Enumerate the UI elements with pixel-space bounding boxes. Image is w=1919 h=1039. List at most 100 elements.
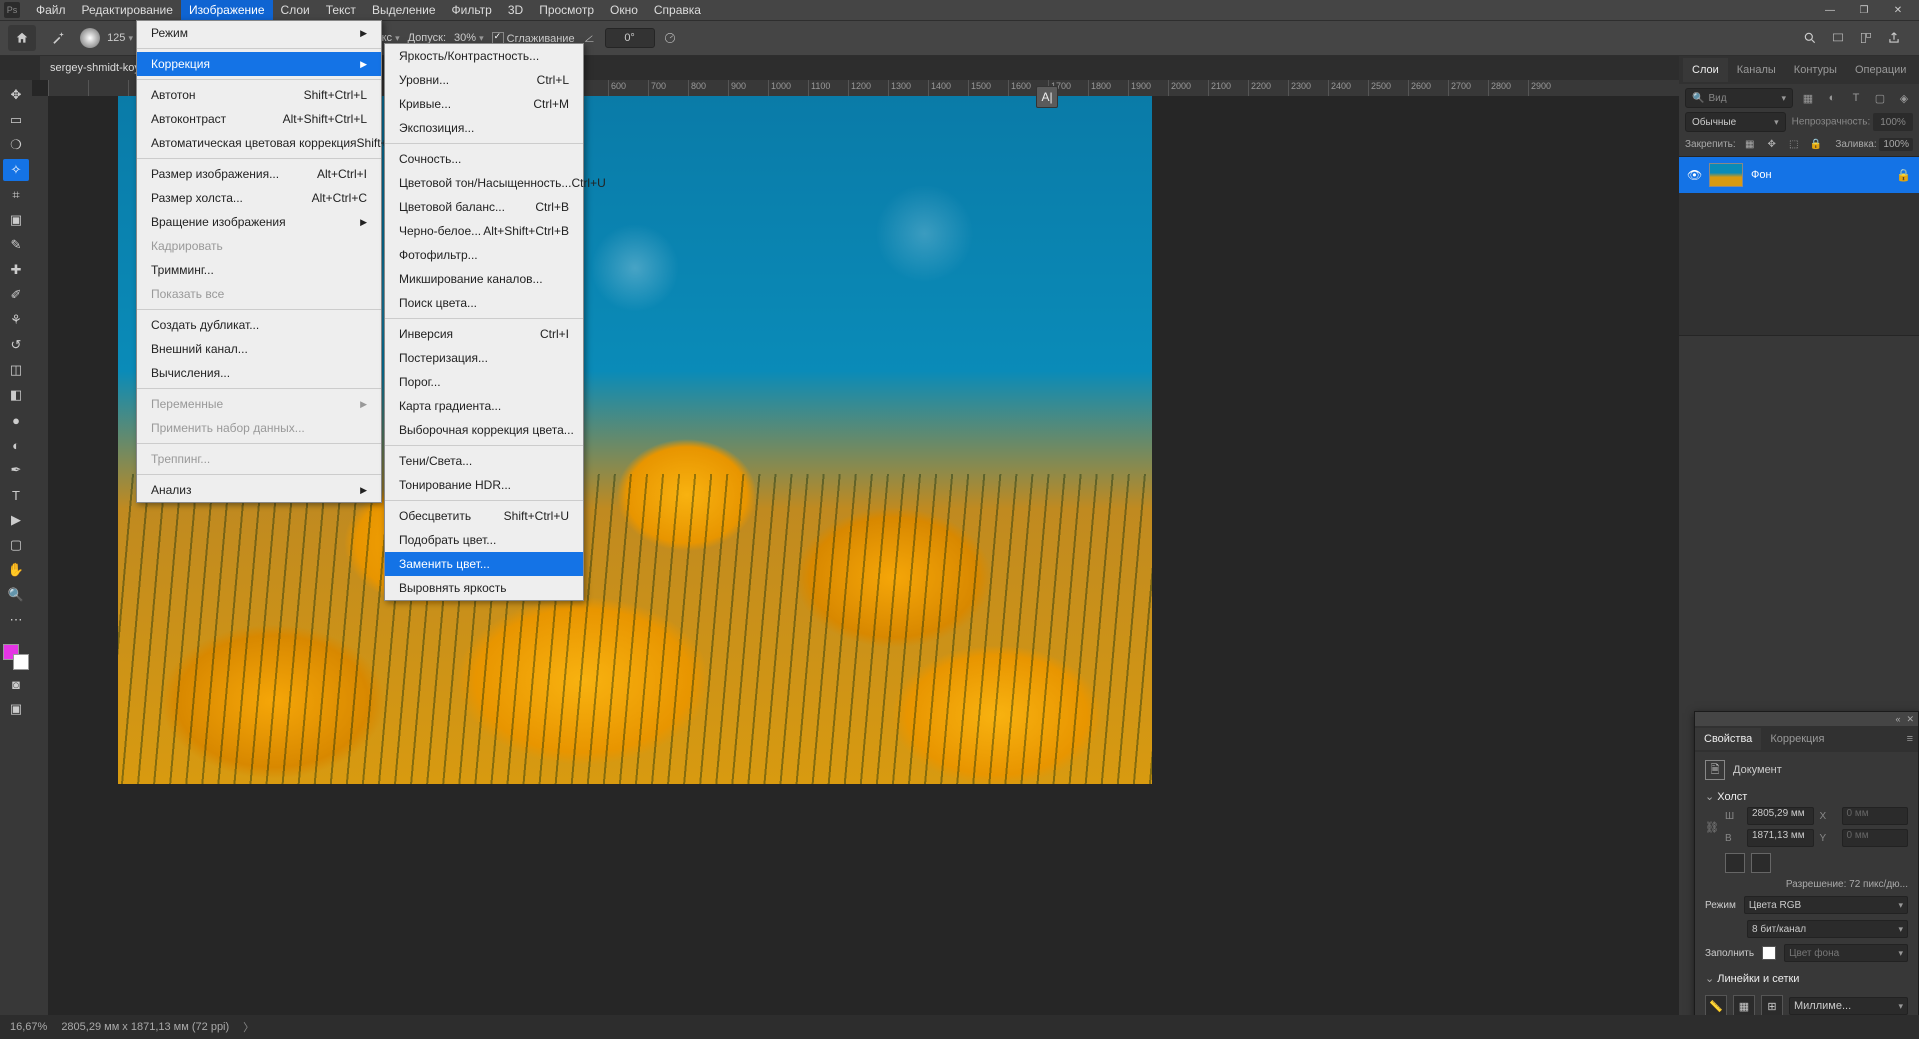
shape-tool[interactable]: ▢ <box>3 534 29 556</box>
width-input[interactable]: 2805,29 мм <box>1747 807 1814 825</box>
menuitem[interactable]: Размер холста...Alt+Ctrl+C <box>137 186 381 210</box>
angle-value[interactable]: 0° <box>605 28 655 48</box>
menuitem[interactable]: АвтоконтрастAlt+Shift+Ctrl+L <box>137 107 381 131</box>
visibility-icon[interactable]: 👁 <box>1687 168 1701 182</box>
frame-tool[interactable]: ▣ <box>3 209 29 231</box>
workspace-icon[interactable] <box>1857 29 1875 47</box>
lock-position-icon[interactable]: ✥ <box>1764 136 1780 152</box>
pressure-icon[interactable] <box>663 31 677 45</box>
menuitem[interactable]: Вычисления... <box>137 361 381 385</box>
guides-toggle[interactable]: ⊞ <box>1761 995 1783 1017</box>
quickmask-toggle[interactable]: ◙ <box>3 673 29 695</box>
zoom-tool[interactable]: 🔍 <box>3 584 29 606</box>
orient-landscape-button[interactable] <box>1751 853 1771 873</box>
menu-3d[interactable]: 3D <box>500 0 531 20</box>
menuitem[interactable]: Поиск цвета... <box>385 291 583 315</box>
height-input[interactable]: 1871,13 мм <box>1747 829 1814 847</box>
color-swatches[interactable] <box>3 644 29 670</box>
menu-просмотр[interactable]: Просмотр <box>531 0 602 20</box>
filter-adjust-icon[interactable]: ◐ <box>1823 89 1841 107</box>
menuitem[interactable]: Фотофильтр... <box>385 243 583 267</box>
menuitem[interactable]: Микширование каналов... <box>385 267 583 291</box>
close-button[interactable]: ✕ <box>1881 0 1915 20</box>
layer-filter[interactable]: 🔍 Вид▾ <box>1685 88 1793 108</box>
orient-portrait-button[interactable] <box>1725 853 1745 873</box>
canvas-section-header[interactable]: Холст <box>1705 786 1908 807</box>
blend-mode-select[interactable]: Обычные▾ <box>1685 112 1786 132</box>
menu-выделение[interactable]: Выделение <box>364 0 444 20</box>
minimize-button[interactable]: — <box>1813 0 1847 20</box>
menu-слои[interactable]: Слои <box>273 0 318 20</box>
edit-toolbar[interactable]: ⋯ <box>3 609 29 631</box>
menuitem[interactable]: Тримминг... <box>137 258 381 282</box>
filter-smart-icon[interactable]: ◈ <box>1895 89 1913 107</box>
panel-close-icon[interactable]: ✕ <box>1906 714 1914 725</box>
menuitem[interactable]: Коррекция▶ <box>137 52 381 76</box>
menuitem[interactable]: Вращение изображения▶ <box>137 210 381 234</box>
menuitem[interactable]: Анализ▶ <box>137 478 381 502</box>
history-brush-tool[interactable]: ↺ <box>3 334 29 356</box>
path-select-tool[interactable]: ▶ <box>3 509 29 531</box>
search-icon[interactable] <box>1801 29 1819 47</box>
marquee-tool[interactable]: ▭ <box>3 109 29 131</box>
maximize-button[interactable]: ❐ <box>1847 0 1881 20</box>
menuitem[interactable]: Выборочная коррекция цвета... <box>385 418 583 442</box>
panel-tab-1[interactable]: Каналы <box>1728 58 1785 82</box>
x-input[interactable]: 0 мм <box>1842 807 1909 825</box>
ruler-units-select[interactable]: Миллиме...▾ <box>1789 997 1908 1015</box>
home-button[interactable] <box>8 25 36 51</box>
menu-справка[interactable]: Справка <box>646 0 709 20</box>
menuitem[interactable]: Сочность... <box>385 147 583 171</box>
pen-tool[interactable]: ✒ <box>3 459 29 481</box>
filter-shape-icon[interactable]: ▢ <box>1871 89 1889 107</box>
menuitem[interactable]: АвтотонShift+Ctrl+L <box>137 83 381 107</box>
menuitem[interactable]: Внешний канал... <box>137 337 381 361</box>
eyedropper-tool[interactable]: ✎ <box>3 234 29 256</box>
menuitem[interactable]: Тонирование HDR... <box>385 473 583 497</box>
menuitem[interactable]: Подобрать цвет... <box>385 528 583 552</box>
menu-текст[interactable]: Текст <box>318 0 364 20</box>
fill-value[interactable]: 100% <box>1879 138 1913 151</box>
link-icon[interactable]: ⛓ <box>1705 821 1719 834</box>
lock-icon[interactable]: 🔒 <box>1896 168 1911 182</box>
panel-tab-4[interactable]: История <box>1915 58 1919 82</box>
share-icon[interactable] <box>1885 29 1903 47</box>
opacity-value[interactable]: 100% <box>1873 113 1913 131</box>
tab-properties[interactable]: Свойства <box>1695 728 1761 750</box>
menuitem[interactable]: Выровнять яркость <box>385 576 583 600</box>
menuitem[interactable]: Черно-белое...Alt+Shift+Ctrl+B <box>385 219 583 243</box>
filter-pixels-icon[interactable]: ▦ <box>1799 89 1817 107</box>
menuitem[interactable]: Заменить цвет... <box>385 552 583 576</box>
menuitem[interactable]: Цветовой тон/Насыщенность...Ctrl+U <box>385 171 583 195</box>
tab-adjustments[interactable]: Коррекция <box>1761 728 1833 750</box>
menu-фильтр[interactable]: Фильтр <box>444 0 500 20</box>
lasso-tool[interactable]: ❍ <box>3 134 29 156</box>
panel-tab-2[interactable]: Контуры <box>1785 58 1846 82</box>
layer-thumbnail[interactable] <box>1709 163 1743 187</box>
panel-tab-0[interactable]: Слои <box>1683 58 1728 82</box>
menuitem[interactable]: Порог... <box>385 370 583 394</box>
eraser-tool[interactable]: ◫ <box>3 359 29 381</box>
panel-menu-icon[interactable]: ≡ <box>1902 728 1918 750</box>
hand-tool[interactable]: ✋ <box>3 559 29 581</box>
zoom-value[interactable]: 16,67% <box>10 1021 47 1033</box>
menuitem[interactable]: Режим▶ <box>137 21 381 45</box>
menuitem[interactable]: Карта градиента... <box>385 394 583 418</box>
dodge-tool[interactable]: ◐ <box>3 434 29 456</box>
status-chevron-icon[interactable]: 〉 <box>243 1019 254 1035</box>
layer-row[interactable]: 👁 Фон 🔒 <box>1679 157 1919 193</box>
y-input[interactable]: 0 мм <box>1842 829 1909 847</box>
grid-toggle[interactable]: ▦ <box>1733 995 1755 1017</box>
fill-color-select[interactable]: Цвет фона▾ <box>1784 944 1908 962</box>
stamp-tool[interactable]: ⚘ <box>3 309 29 331</box>
screen-mode-icon[interactable] <box>1829 29 1847 47</box>
layer-name[interactable]: Фон <box>1751 169 1888 181</box>
menuitem[interactable]: Уровни...Ctrl+L <box>385 68 583 92</box>
move-tool[interactable]: ✥ <box>3 84 29 106</box>
brush-tool[interactable]: ✐ <box>3 284 29 306</box>
panel-tab-3[interactable]: Операции <box>1846 58 1915 82</box>
brush-size-value[interactable]: 125 <box>107 32 125 44</box>
menuitem[interactable]: Создать дубликат... <box>137 313 381 337</box>
menuitem[interactable]: Кривые...Ctrl+M <box>385 92 583 116</box>
menu-окно[interactable]: Окно <box>602 0 646 20</box>
